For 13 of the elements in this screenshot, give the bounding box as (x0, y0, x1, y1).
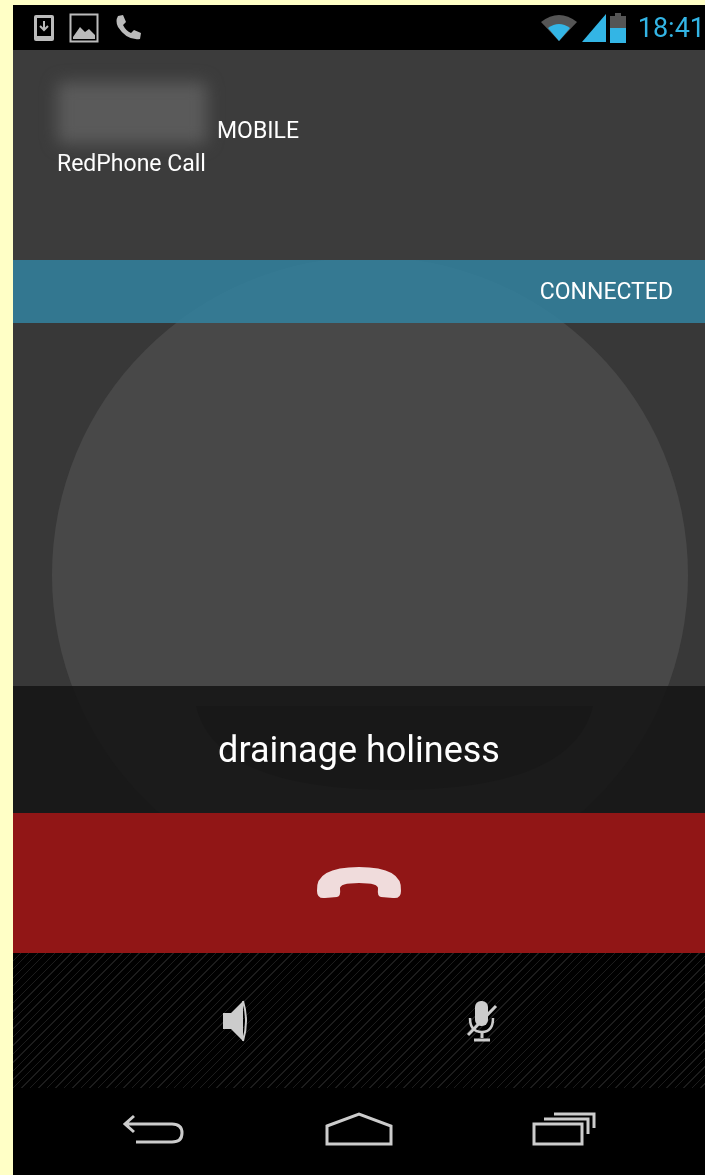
call-type: RedPhone Call (57, 150, 207, 177)
call-status-bar: CONNECTED (13, 260, 705, 323)
download-icon (33, 13, 55, 42)
wifi-icon (539, 13, 578, 42)
clock-time: 18:41 (637, 11, 705, 44)
home-icon (325, 1112, 393, 1146)
hang-up-icon (315, 865, 403, 901)
verification-phrase: drainage holiness (218, 728, 500, 771)
image-icon (69, 12, 99, 43)
battery-icon (609, 12, 626, 43)
recents-icon (531, 1112, 596, 1146)
signal-icon (581, 13, 606, 42)
number-type: MOBILE (217, 117, 299, 144)
